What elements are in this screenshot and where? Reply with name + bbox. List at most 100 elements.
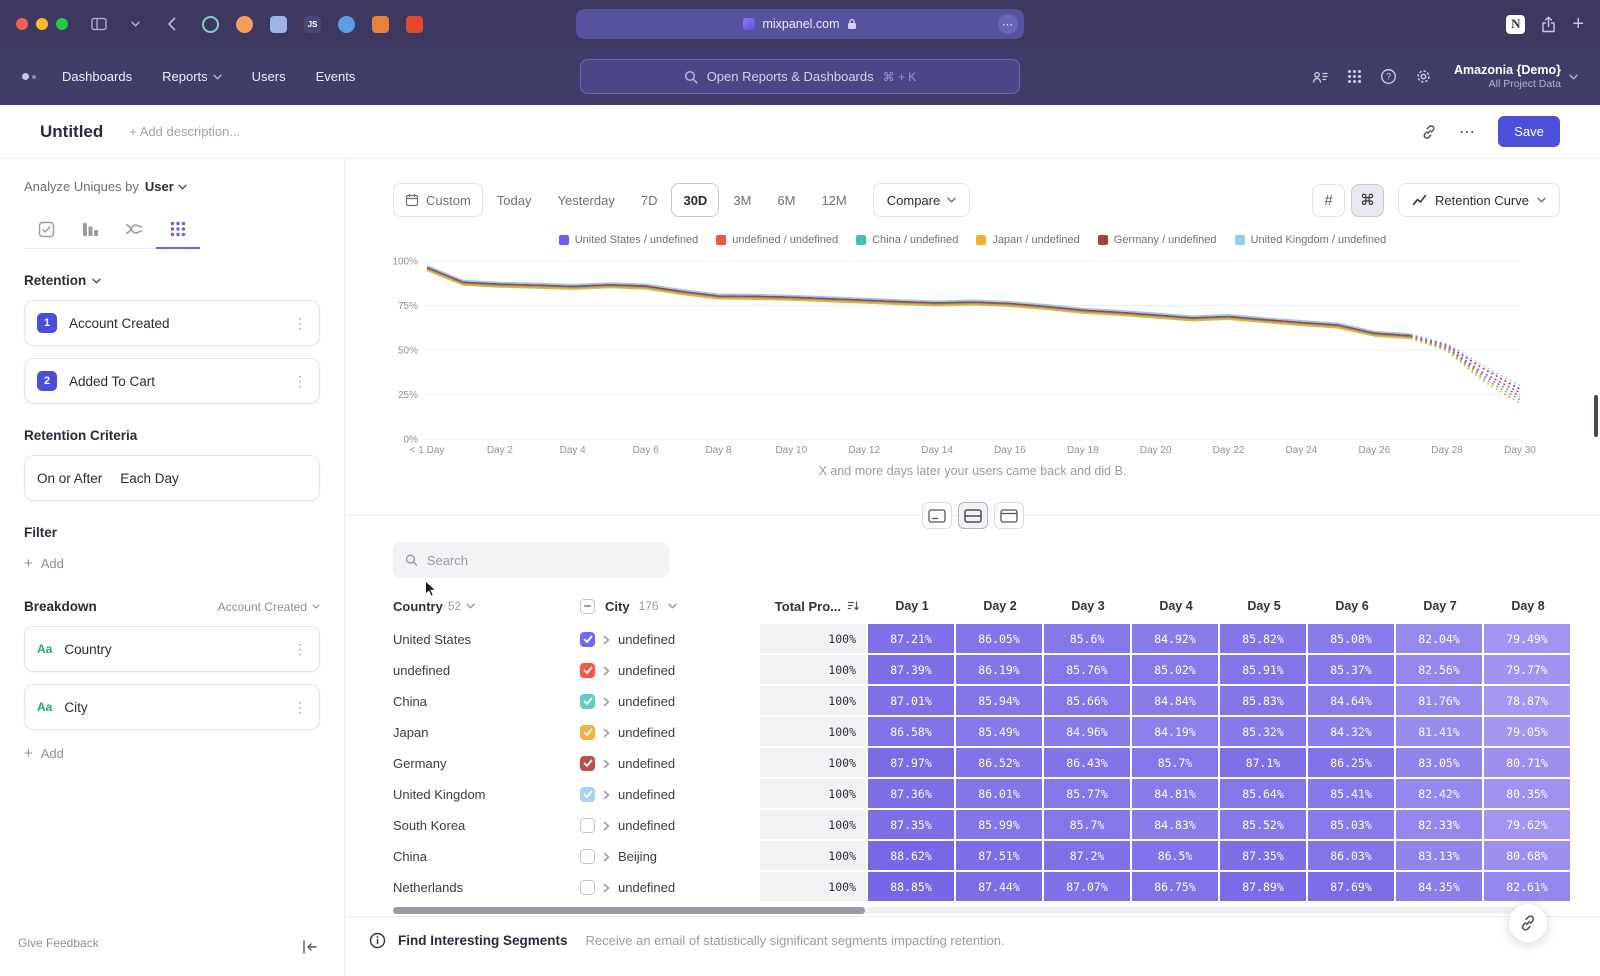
help-icon[interactable]: ?: [1380, 68, 1397, 85]
retention-cell[interactable]: 84.35%: [1396, 872, 1484, 903]
row-checkbox[interactable]: [580, 632, 595, 647]
share-icon[interactable]: [1541, 16, 1556, 33]
nav-item-users[interactable]: Users: [252, 69, 286, 84]
row-checkbox[interactable]: [580, 663, 595, 678]
legend-item[interactable]: undefined / undefined: [716, 234, 838, 246]
country-cell[interactable]: Netherlands: [393, 872, 578, 903]
range-6m[interactable]: 6M: [765, 183, 807, 217]
row-expander-icon[interactable]: [603, 790, 610, 800]
retention-cell[interactable]: 85.7%: [1132, 748, 1220, 779]
apps-grid-icon[interactable]: [1347, 69, 1362, 84]
global-search-button[interactable]: Open Reports & Dashboards ⌘ + K: [580, 59, 1020, 94]
legend-item[interactable]: Japan / undefined: [976, 234, 1079, 246]
traffic-light-maximize[interactable]: [56, 18, 68, 30]
tab-funnels[interactable]: [68, 210, 112, 248]
range-12m[interactable]: 12M: [809, 183, 858, 217]
retention-cell[interactable]: 82.56%: [1396, 655, 1484, 686]
row-expander-icon[interactable]: [603, 821, 610, 831]
range-7d[interactable]: 7D: [629, 183, 670, 217]
retention-cell[interactable]: 78.87%: [1484, 686, 1572, 717]
retention-cell[interactable]: 88.85%: [868, 872, 956, 903]
retention-step-card[interactable]: 2Added To Cart⋮: [24, 358, 320, 404]
legend-item[interactable]: United Kingdom / undefined: [1235, 234, 1387, 246]
new-tab-icon[interactable]: +: [1572, 14, 1584, 34]
retention-cell[interactable]: 84.64%: [1308, 686, 1396, 717]
select-all-checkbox[interactable]: [580, 599, 595, 614]
traffic-light-close[interactable]: [16, 18, 28, 30]
chart-type-select[interactable]: Retention Curve: [1398, 183, 1560, 217]
retention-cell[interactable]: 85.77%: [1044, 779, 1132, 810]
search-input[interactable]: [427, 553, 657, 568]
retention-cell[interactable]: 85.7%: [1044, 810, 1132, 841]
share-link-fab[interactable]: [1508, 903, 1548, 943]
retention-cell[interactable]: 84.96%: [1044, 717, 1132, 748]
country-cell[interactable]: China: [393, 841, 578, 872]
tab-retention[interactable]: [156, 210, 200, 248]
tab-flows[interactable]: [112, 210, 156, 248]
user-profiles-icon[interactable]: [1311, 69, 1329, 85]
retention-cell[interactable]: 79.77%: [1484, 655, 1572, 686]
retention-cell[interactable]: 87.2%: [1044, 841, 1132, 872]
country-cell[interactable]: United Kingdom: [393, 779, 578, 810]
retention-cell[interactable]: 87.01%: [868, 686, 956, 717]
country-cell[interactable]: undefined: [393, 655, 578, 686]
retention-cell[interactable]: 85.08%: [1308, 624, 1396, 655]
retention-cell[interactable]: 86.19%: [956, 655, 1044, 686]
retention-cell[interactable]: 87.39%: [868, 655, 956, 686]
row-expander-icon[interactable]: [603, 697, 610, 707]
retention-criteria-card[interactable]: On or After Each Day: [24, 455, 320, 501]
retention-cell[interactable]: 84.32%: [1308, 717, 1396, 748]
retention-cell[interactable]: 86.75%: [1132, 872, 1220, 903]
sidebar-toggle-icon[interactable]: [86, 11, 112, 37]
retention-cell[interactable]: 86.58%: [868, 717, 956, 748]
row-checkbox[interactable]: [580, 880, 595, 895]
retention-cell[interactable]: 88.62%: [868, 841, 956, 872]
row-expander-icon[interactable]: [603, 852, 610, 862]
item-options-icon[interactable]: ⋮: [293, 641, 307, 658]
retention-cell[interactable]: 87.97%: [868, 748, 956, 779]
criteria-on-or-after[interactable]: On or After: [37, 471, 102, 486]
retention-cell[interactable]: 79.62%: [1484, 810, 1572, 841]
retention-cell[interactable]: 86.25%: [1308, 748, 1396, 779]
add-description[interactable]: + Add description...: [129, 124, 240, 139]
day-column-header[interactable]: Day 5: [1220, 599, 1308, 613]
retention-cell[interactable]: 84.81%: [1132, 779, 1220, 810]
retention-cell[interactable]: 84.92%: [1132, 624, 1220, 655]
notion-extension-icon[interactable]: N: [1506, 15, 1525, 34]
collapse-sidebar-button[interactable]: [302, 940, 318, 954]
retention-cell[interactable]: 86.05%: [956, 624, 1044, 655]
save-button[interactable]: Save: [1498, 116, 1560, 147]
back-icon[interactable]: [158, 11, 184, 37]
retention-cell[interactable]: 80.35%: [1484, 779, 1572, 810]
traffic-light-minimize[interactable]: [36, 18, 48, 30]
compare-button[interactable]: Compare: [873, 183, 970, 217]
breakdown-card[interactable]: AaCountry⋮: [24, 626, 320, 672]
analyze-entity-select[interactable]: User: [145, 179, 187, 194]
item-options-icon[interactable]: ⋮: [293, 699, 307, 716]
extension-blue-dot[interactable]: [338, 16, 355, 33]
retention-cell[interactable]: 84.19%: [1132, 717, 1220, 748]
retention-cell[interactable]: 79.49%: [1484, 624, 1572, 655]
page-options-icon[interactable]: ⋯: [998, 14, 1018, 34]
extension-cube[interactable]: [270, 16, 287, 33]
nav-item-dashboards[interactable]: Dashboards: [62, 69, 132, 84]
retention-cell[interactable]: 87.35%: [1220, 841, 1308, 872]
retention-cell[interactable]: 86.5%: [1132, 841, 1220, 872]
breakdown-scope-select[interactable]: Account Created: [218, 600, 320, 614]
retention-cell[interactable]: 85.03%: [1308, 810, 1396, 841]
retention-cell[interactable]: 85.37%: [1308, 655, 1396, 686]
retention-cell[interactable]: 80.71%: [1484, 748, 1572, 779]
day-column-header[interactable]: Day 8: [1484, 599, 1572, 613]
address-bar[interactable]: mixpanel.com ⋯: [576, 9, 1024, 39]
view-toggle-chart[interactable]: [922, 502, 952, 529]
table-search[interactable]: [393, 542, 669, 578]
retention-cell[interactable]: 85.82%: [1220, 624, 1308, 655]
country-cell[interactable]: Japan: [393, 717, 578, 748]
retention-cell[interactable]: 82.33%: [1396, 810, 1484, 841]
retention-cell[interactable]: 86.43%: [1044, 748, 1132, 779]
retention-cell[interactable]: 85.52%: [1220, 810, 1308, 841]
add-filter-button[interactable]: + Add: [24, 556, 320, 571]
extension-red-app[interactable]: [406, 16, 423, 33]
retention-cell[interactable]: 84.83%: [1132, 810, 1220, 841]
country-cell[interactable]: United States: [393, 624, 578, 655]
